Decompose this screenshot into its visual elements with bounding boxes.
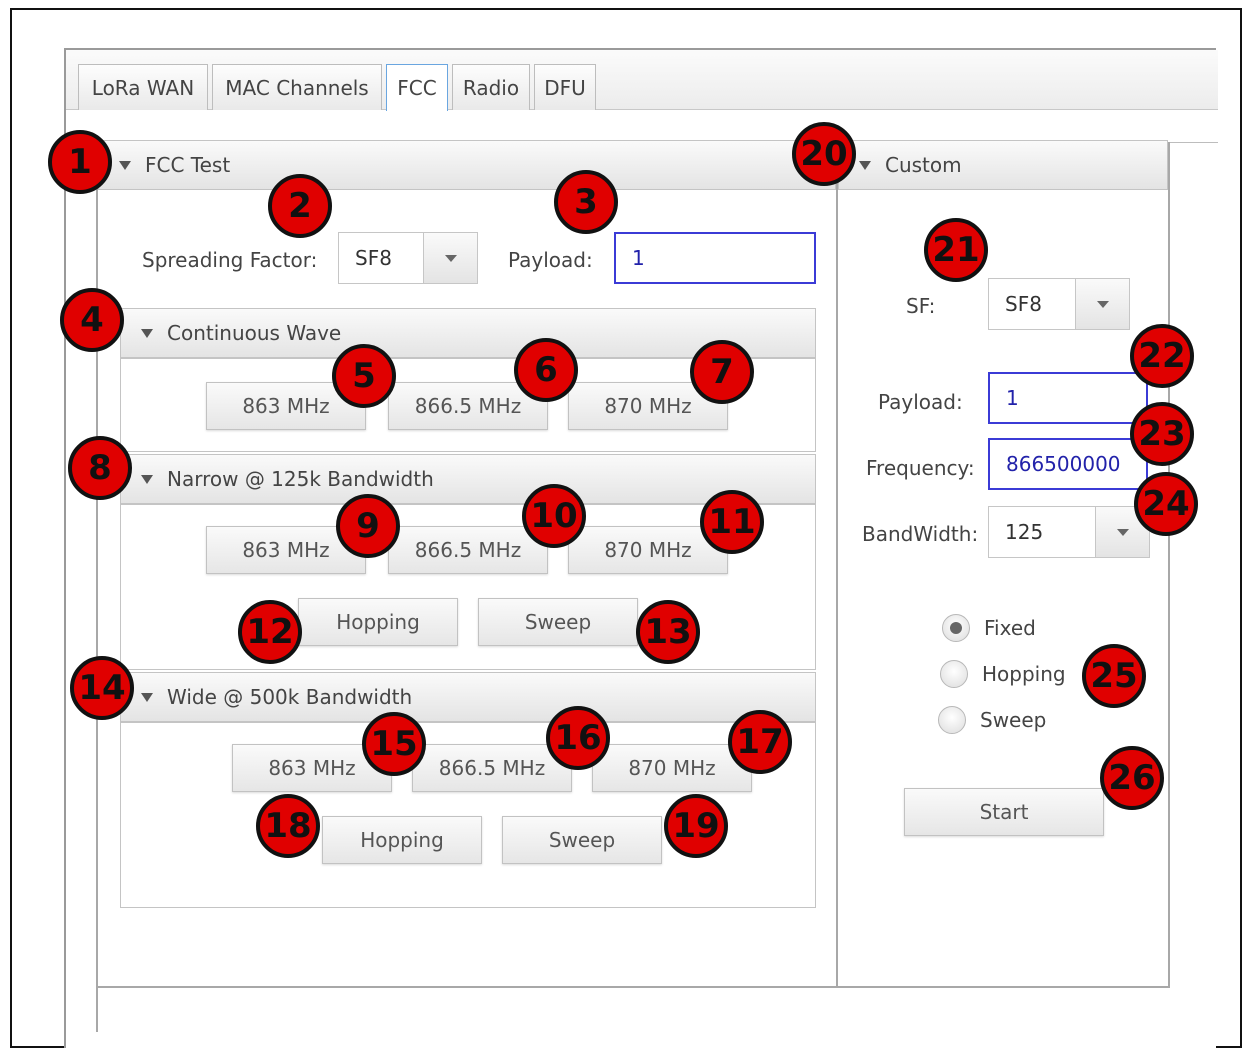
custom-bandwidth-value: 125 [1005, 520, 1044, 544]
tab-dfu[interactable]: DFU [534, 64, 596, 110]
collapse-triangle-icon [141, 692, 153, 702]
fcc-test-title: FCC Test [145, 153, 231, 177]
mode-hopping-label: Hopping [982, 662, 1066, 686]
mode-fixed-radio[interactable]: Fixed [942, 614, 1036, 642]
custom-payload-input[interactable]: 1 [988, 372, 1148, 424]
annotation-badge: 18 [256, 794, 320, 858]
radio-unselected-icon [938, 706, 966, 734]
wide-title: Wide @ 500k Bandwidth [167, 685, 413, 709]
mode-hopping-radio[interactable]: Hopping [940, 660, 1066, 688]
collapse-triangle-icon [859, 160, 871, 170]
custom-frequency-label: Frequency: [866, 456, 975, 480]
custom-frequency-input[interactable]: 866500000 [988, 438, 1148, 490]
annotation-badge: 3 [554, 170, 618, 234]
annotation-badge: 10 [522, 484, 586, 548]
narrow-866-5-button[interactable]: 866.5 MHz [388, 526, 548, 574]
annotation-badge: 25 [1082, 644, 1146, 708]
custom-header[interactable]: Custom [838, 140, 1168, 190]
annotation-badge: 12 [238, 600, 302, 664]
custom-sf-label: SF: [906, 294, 936, 318]
annotation-badge: 22 [1130, 324, 1194, 388]
right-panel-border [1168, 142, 1170, 988]
panel-separator [836, 142, 838, 988]
mode-fixed-label: Fixed [984, 616, 1036, 640]
spreading-factor-select[interactable]: SF8 [338, 232, 478, 284]
tab-fcc[interactable]: FCC [386, 64, 448, 111]
annotation-badge: 16 [546, 706, 610, 770]
custom-sf-value: SF8 [1005, 292, 1042, 316]
radio-selected-icon [942, 614, 970, 642]
narrow-sweep-button[interactable]: Sweep [478, 598, 638, 646]
annotation-badge: 26 [1100, 746, 1164, 810]
left-panel-border [96, 142, 98, 1032]
annotation-badge: 7 [690, 340, 754, 404]
annotation-badge: 13 [636, 600, 700, 664]
annotation-badge: 11 [700, 490, 764, 554]
tab-lorawan[interactable]: LoRa WAN [78, 64, 208, 110]
mode-sweep-label: Sweep [980, 708, 1047, 732]
narrow-hopping-button[interactable]: Hopping [298, 598, 458, 646]
mode-sweep-radio[interactable]: Sweep [938, 706, 1046, 734]
annotation-badge: 21 [924, 218, 988, 282]
wide-870-button[interactable]: 870 MHz [592, 744, 752, 792]
custom-bandwidth-label: BandWidth: [862, 522, 979, 546]
collapse-triangle-icon [119, 160, 131, 170]
annotation-badge: 6 [514, 338, 578, 402]
custom-bandwidth-select[interactable]: 125 [988, 506, 1150, 558]
annotation-badge: 5 [332, 344, 396, 408]
narrow-title: Narrow @ 125k Bandwidth [167, 467, 434, 491]
annotation-badge: 24 [1134, 472, 1198, 536]
annotation-badge: 17 [728, 710, 792, 774]
radio-unselected-icon [940, 660, 968, 688]
panel-bottom-border [96, 986, 1170, 988]
tab-mac-channels[interactable]: MAC Channels [212, 64, 382, 110]
custom-payload-label: Payload: [878, 390, 963, 414]
annotation-badge: 9 [336, 494, 400, 558]
annotation-badge: 4 [60, 288, 124, 352]
annotation-badge: 15 [362, 712, 426, 776]
spreading-factor-value: SF8 [355, 246, 392, 270]
annotation-badge: 19 [664, 794, 728, 858]
custom-title: Custom [885, 153, 962, 177]
fcc-test-header[interactable]: FCC Test [98, 140, 836, 190]
chevron-down-icon[interactable] [1075, 279, 1129, 329]
collapse-triangle-icon [141, 328, 153, 338]
wide-header[interactable]: Wide @ 500k Bandwidth [120, 672, 816, 722]
payload-input[interactable]: 1 [614, 232, 816, 284]
wide-hopping-button[interactable]: Hopping [322, 816, 482, 864]
annotation-badge: 8 [68, 436, 132, 500]
payload-label: Payload: [508, 248, 593, 272]
spreading-factor-label: Spreading Factor: [142, 248, 318, 272]
start-button[interactable]: Start [904, 788, 1104, 836]
custom-sf-select[interactable]: SF8 [988, 278, 1130, 330]
annotation-badge: 20 [792, 122, 856, 186]
annotation-badge: 1 [48, 130, 112, 194]
annotation-badge: 14 [70, 656, 134, 720]
tab-bar: LoRa WAN MAC Channels FCC Radio DFU [66, 50, 1218, 111]
continuous-wave-title: Continuous Wave [167, 321, 342, 345]
tab-radio[interactable]: Radio [452, 64, 530, 110]
wide-sweep-button[interactable]: Sweep [502, 816, 662, 864]
chevron-down-icon[interactable] [423, 233, 477, 283]
annotation-badge: 2 [268, 174, 332, 238]
annotation-badge: 23 [1130, 402, 1194, 466]
collapse-triangle-icon [141, 474, 153, 484]
